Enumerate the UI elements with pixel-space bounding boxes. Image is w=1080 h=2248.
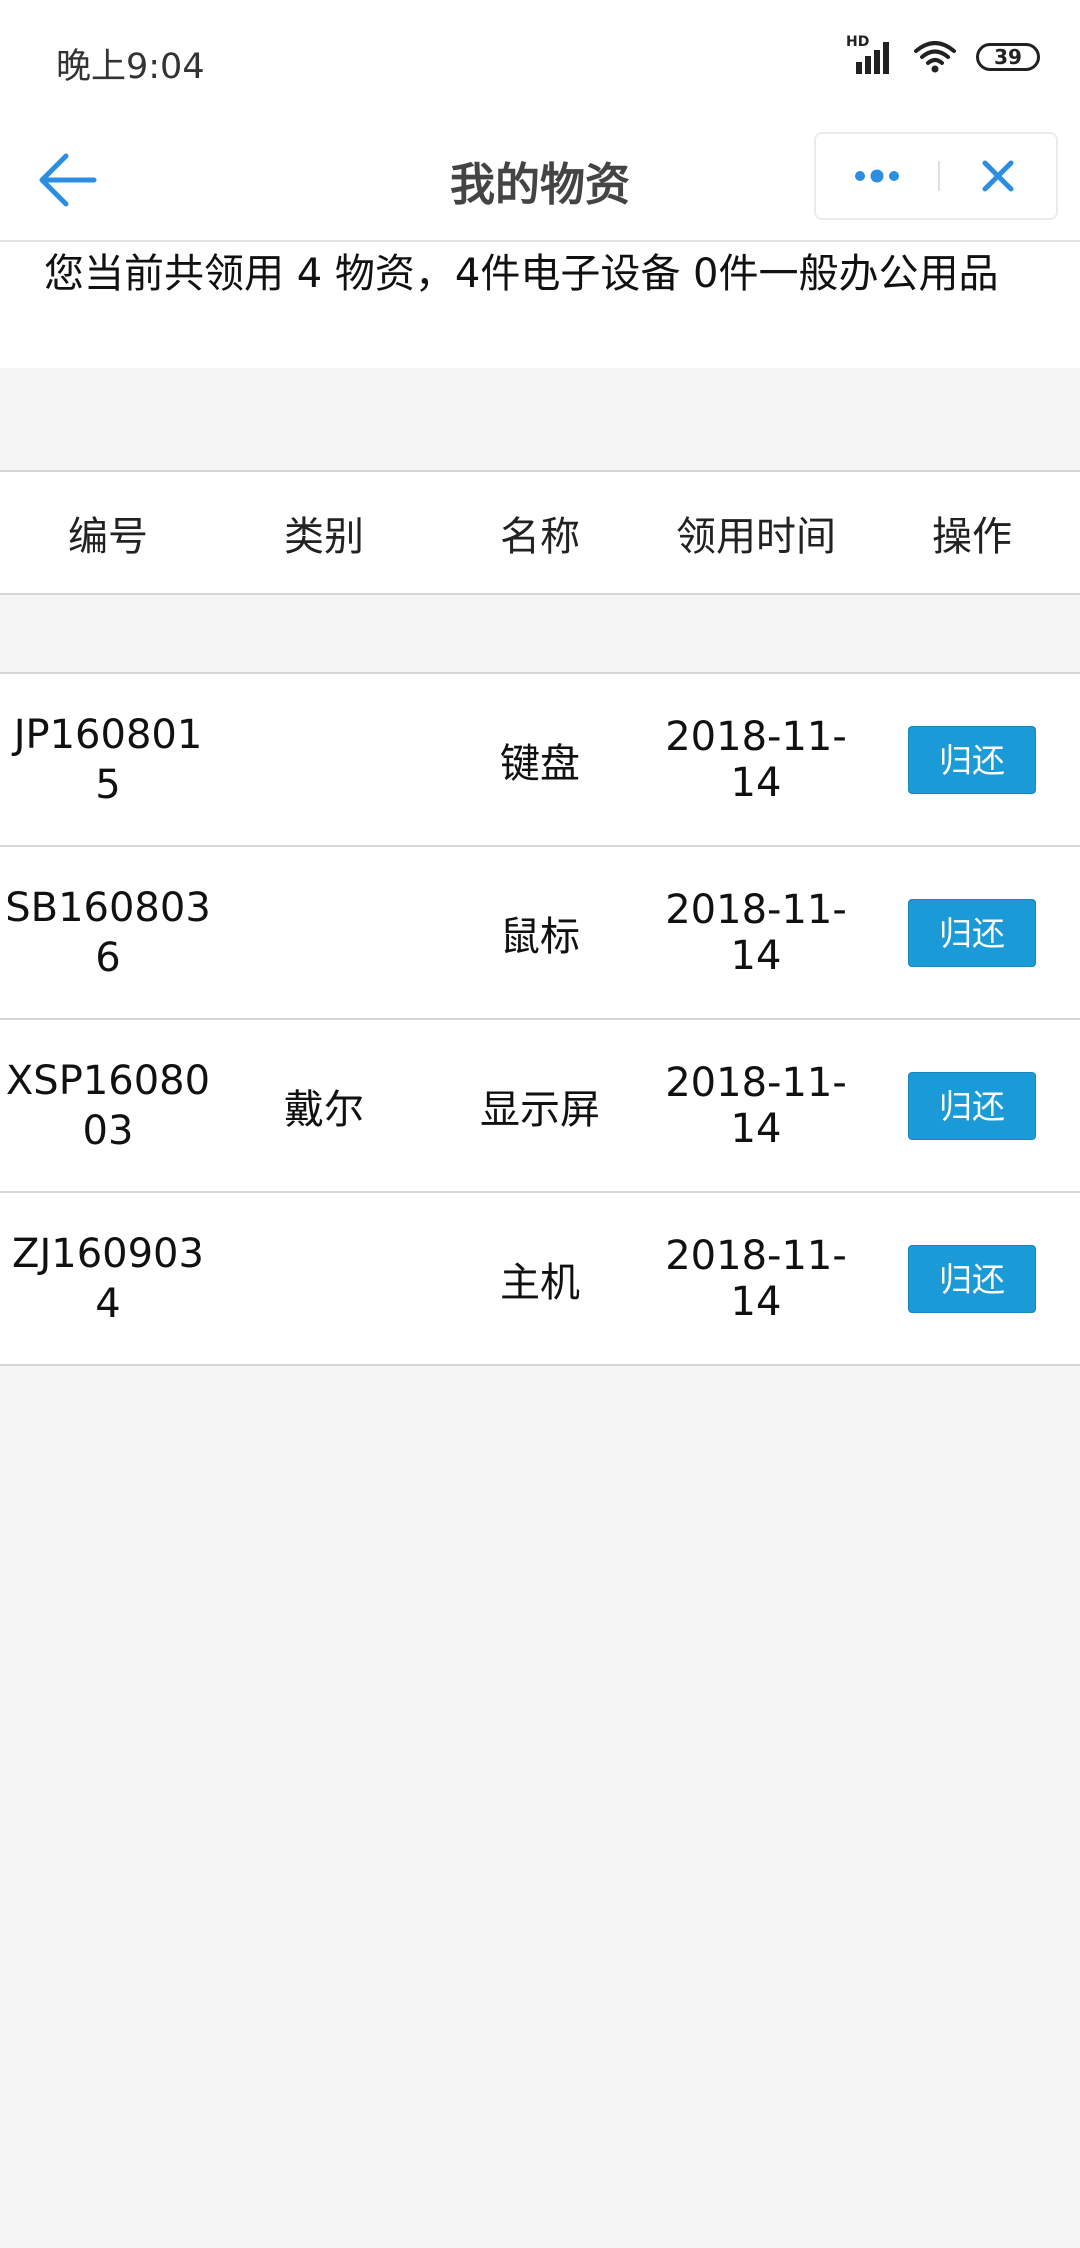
nav-bar: 我的物资 [0, 118, 1080, 242]
close-button[interactable] [940, 134, 1056, 218]
table-row: ZJ1609034 主机 2018-11-14 归还 [0, 1193, 1080, 1366]
more-button[interactable] [816, 134, 938, 218]
summary-text: 您当前共领用 4 物资，4件电子设备 0件一般办公用品 [0, 242, 1080, 368]
header-date: 领用时间 [676, 513, 836, 560]
cell-name: 主机 [500, 1259, 580, 1306]
cell-action: 归还 [864, 1244, 1080, 1313]
battery-icon: 39 [976, 43, 1040, 71]
cell-code: SB1608036 [5, 884, 211, 981]
cell-code: JP1608015 [13, 711, 203, 808]
more-dots-icon [855, 169, 899, 183]
status-icons: HD 39 [846, 34, 1040, 74]
cell-name: 显示屏 [480, 1086, 600, 1133]
battery-level: 39 [994, 45, 1022, 69]
table-header: 编号 类别 名称 领用时间 操作 [0, 470, 1080, 595]
cell-name: 键盘 [500, 740, 580, 787]
cell-date: 2018-11-14 [665, 1059, 847, 1152]
header-name: 名称 [500, 513, 580, 560]
cell-code: ZJ1609034 [12, 1230, 204, 1327]
cell-date: 2018-11-14 [665, 1232, 847, 1325]
signal-icon: HD [846, 34, 894, 74]
status-bar: 晚上9:04 HD 39 [0, 0, 1080, 118]
header-code: 编号 [68, 513, 148, 560]
cell-action: 归还 [864, 898, 1080, 967]
return-button[interactable]: 归还 [908, 898, 1036, 967]
signal-hd-label: HD [846, 34, 870, 50]
table-row: SB1608036 鼠标 2018-11-14 归还 [0, 847, 1080, 1020]
cell-date: 2018-11-14 [665, 713, 847, 806]
return-button[interactable]: 归还 [908, 1244, 1036, 1313]
cell-action: 归还 [864, 1071, 1080, 1140]
table-body: JP1608015 键盘 2018-11-14 归还 SB1608036 鼠标 … [0, 672, 1080, 1366]
header-action: 操作 [932, 513, 1012, 560]
table-row: JP1608015 键盘 2018-11-14 归还 [0, 674, 1080, 847]
close-icon [982, 160, 1014, 192]
cell-code: XSP1608003 [5, 1057, 211, 1154]
wifi-icon [914, 41, 956, 73]
cell-date: 2018-11-14 [665, 886, 847, 979]
return-button[interactable]: 归还 [908, 725, 1036, 794]
cell-action: 归还 [864, 725, 1080, 794]
capsule-menu [814, 132, 1058, 220]
return-button[interactable]: 归还 [908, 1071, 1036, 1140]
table-row: XSP1608003 戴尔 显示屏 2018-11-14 归还 [0, 1020, 1080, 1193]
header-category: 类别 [284, 513, 364, 560]
cell-category: 戴尔 [284, 1086, 364, 1133]
status-time: 晚上9:04 [56, 47, 205, 87]
cell-name: 鼠标 [500, 913, 580, 960]
